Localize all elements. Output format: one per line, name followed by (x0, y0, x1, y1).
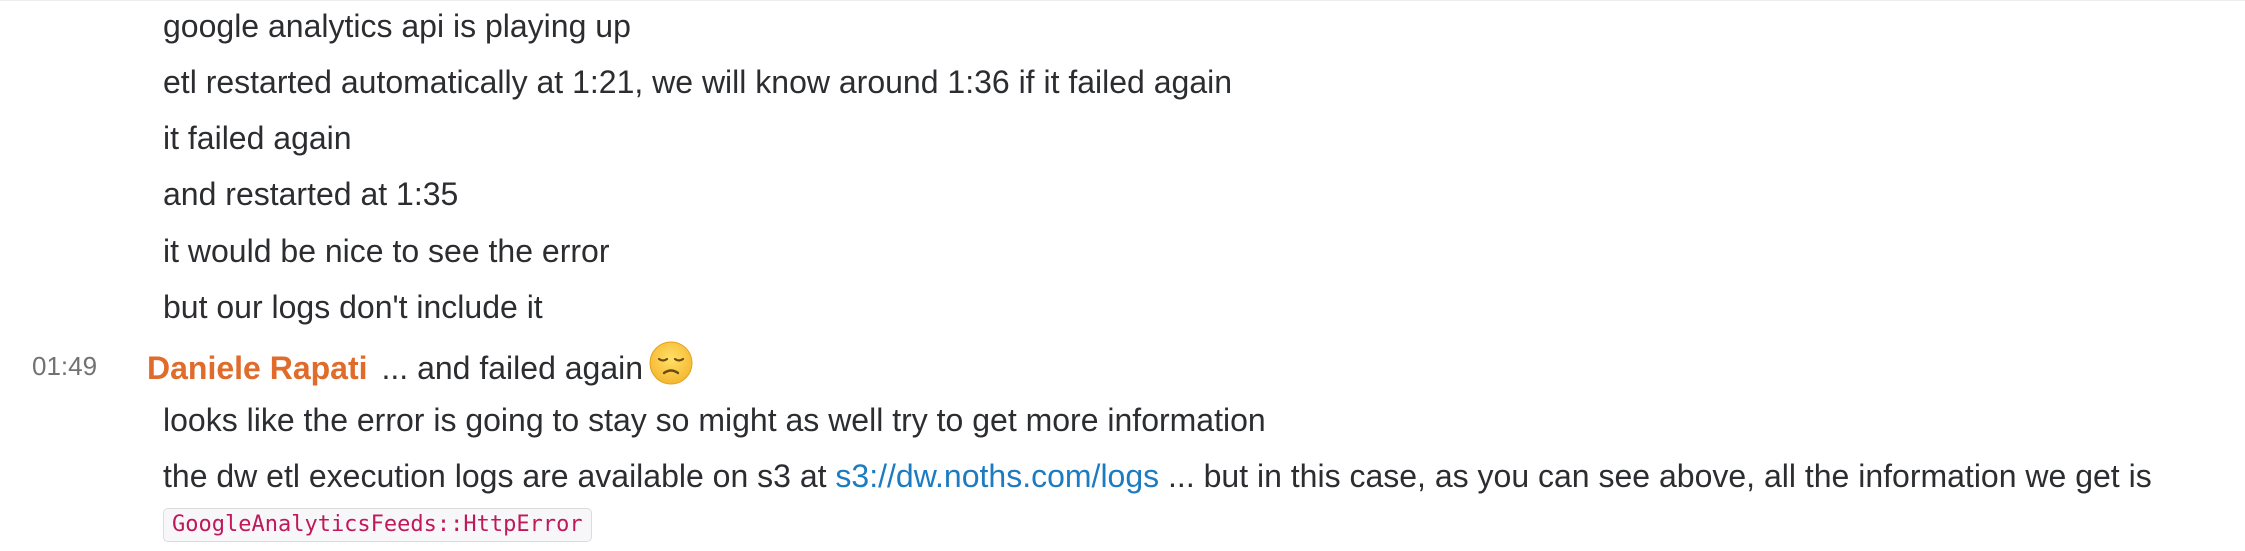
s3-logs-link[interactable]: s3://dw.noths.com/logs (835, 458, 1159, 494)
message-timestamp[interactable]: 01:49 (32, 346, 97, 386)
message-text-suffix: ... but in this case, as you can see abo… (1159, 458, 2152, 494)
message-line-8: looks like the error is going to stay so… (163, 402, 1266, 438)
message-line-2: etl restarted automatically at 1:21, we … (163, 64, 1233, 100)
message-header: Daniele Rapati ... and failed again (147, 341, 693, 397)
top-divider (0, 0, 2245, 1)
message-line-3: it failed again (163, 120, 352, 156)
message-line-1: google analytics api is playing up (163, 8, 631, 44)
sender-name[interactable]: Daniele Rapati (147, 350, 368, 386)
message-text: ... and failed again (381, 349, 644, 386)
message-line-6: but our logs don't include it (163, 289, 543, 325)
disappointed-face-icon (649, 341, 693, 394)
message-text-prefix: the dw etl execution logs are available … (163, 458, 836, 494)
message-line-5: it would be nice to see the error (163, 233, 610, 269)
message-line-9: the dw etl execution logs are available … (163, 456, 2152, 496)
inline-code: GoogleAnalyticsFeeds::HttpError (163, 508, 592, 542)
message-line-4: and restarted at 1:35 (163, 176, 459, 212)
